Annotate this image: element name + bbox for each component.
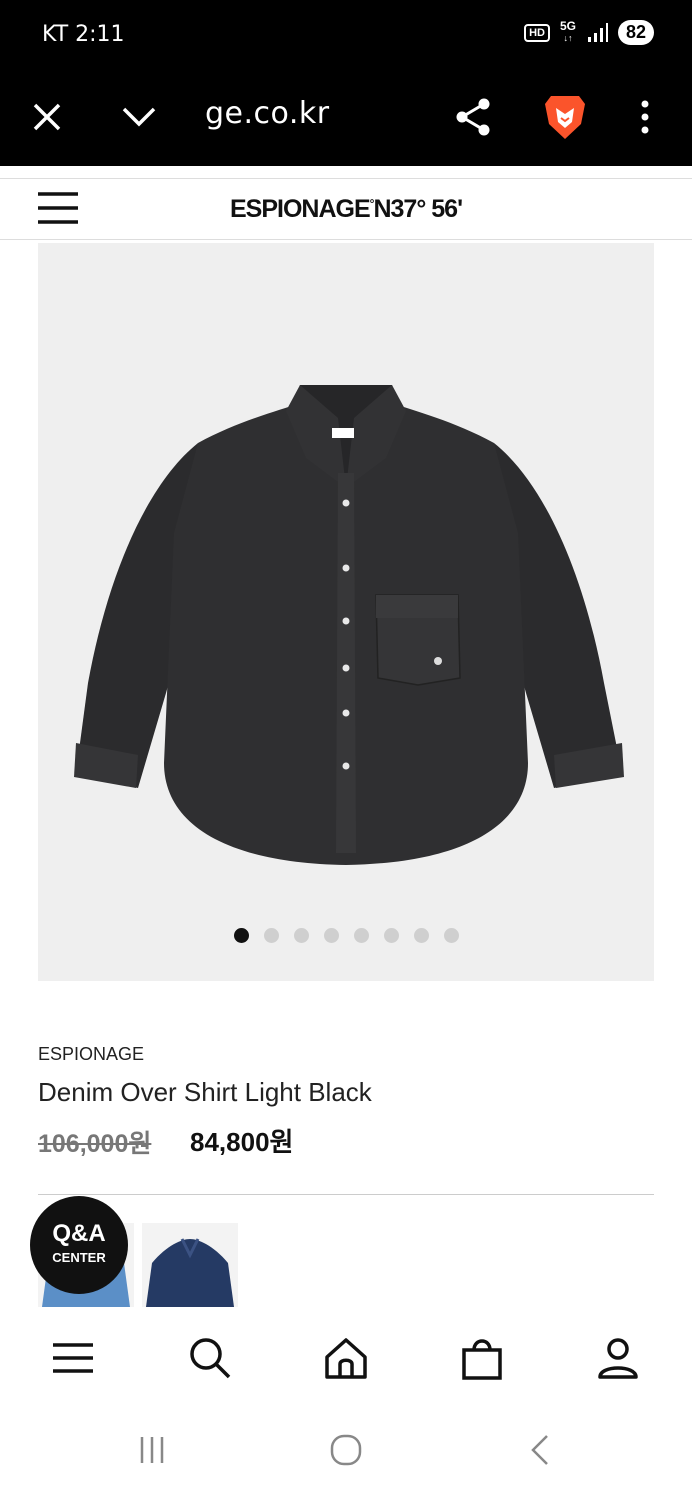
back-chevron-icon (531, 1435, 548, 1465)
gallery-dot[interactable] (443, 928, 459, 943)
collapse-button[interactable] (112, 90, 166, 144)
battery-indicator: 82 (617, 20, 654, 45)
recent-apps-icon (140, 1437, 164, 1463)
more-options-button[interactable] (618, 90, 672, 144)
nav-search-button[interactable] (186, 1334, 234, 1382)
shopping-bag-icon (462, 1339, 502, 1380)
system-navigation-bar (0, 1398, 692, 1500)
nav-menu-button[interactable] (49, 1334, 97, 1382)
url-text[interactable]: ge.co.kr (205, 96, 330, 131)
close-icon (33, 103, 61, 131)
home-icon (325, 1338, 367, 1379)
hd-icon: HD (524, 23, 550, 42)
product-image (74, 385, 624, 865)
nav-cart-button[interactable] (458, 1334, 506, 1382)
carrier-time: KT 2:11 (42, 22, 125, 47)
back-system-button[interactable] (520, 1430, 560, 1470)
original-price: 106,000원 (38, 1130, 152, 1158)
share-button[interactable] (446, 90, 500, 144)
thumb-image (146, 1238, 234, 1307)
site-logo[interactable]: ESPIONAGE°N37° 56' (0, 195, 692, 224)
brave-shields-button[interactable] (538, 90, 592, 144)
gallery-dot[interactable] (323, 928, 339, 943)
close-tab-button[interactable] (20, 90, 74, 144)
gallery-dot[interactable] (263, 928, 279, 943)
brave-lion-icon (545, 96, 585, 139)
gallery-dot[interactable] (383, 928, 399, 943)
gallery-pagination (38, 928, 654, 943)
user-icon (598, 1338, 638, 1379)
more-vertical-icon (641, 100, 649, 134)
status-bar: KT 2:11 HD 5G ↓↑ 82 (0, 0, 692, 68)
network-5g-icon: 5G ↓↑ (559, 19, 576, 43)
nav-account-button[interactable] (594, 1334, 642, 1382)
home-circle-icon (330, 1434, 362, 1466)
bottom-navigation (0, 1318, 692, 1398)
browser-toolbar: ge.co.kr (0, 68, 692, 166)
related-product-thumb-navy[interactable] (142, 1223, 238, 1307)
gallery-dot[interactable] (353, 928, 369, 943)
product-brand[interactable]: ESPIONAGE (38, 1044, 144, 1065)
search-icon (190, 1338, 231, 1379)
product-name: Denim Over Shirt Light Black (38, 1077, 372, 1107)
status-icons: HD 5G ↓↑ 82 (524, 20, 654, 45)
gallery-dot[interactable] (413, 928, 429, 943)
divider (38, 1194, 654, 1195)
home-system-button[interactable] (326, 1430, 366, 1470)
sale-price: 84,800원 (190, 1127, 294, 1157)
share-icon (456, 98, 490, 136)
signal-icon (587, 22, 608, 42)
recent-apps-button[interactable] (132, 1430, 172, 1470)
product-gallery[interactable] (38, 243, 654, 981)
qa-center-button[interactable]: Q&A CENTER (30, 1196, 128, 1294)
nav-home-button[interactable] (322, 1334, 370, 1382)
chevron-down-icon (122, 107, 156, 127)
site-header: ESPIONAGE°N37° 56' (0, 178, 692, 240)
gallery-dot[interactable] (233, 928, 249, 943)
hamburger-icon (53, 1343, 93, 1373)
gallery-dot[interactable] (293, 928, 309, 943)
